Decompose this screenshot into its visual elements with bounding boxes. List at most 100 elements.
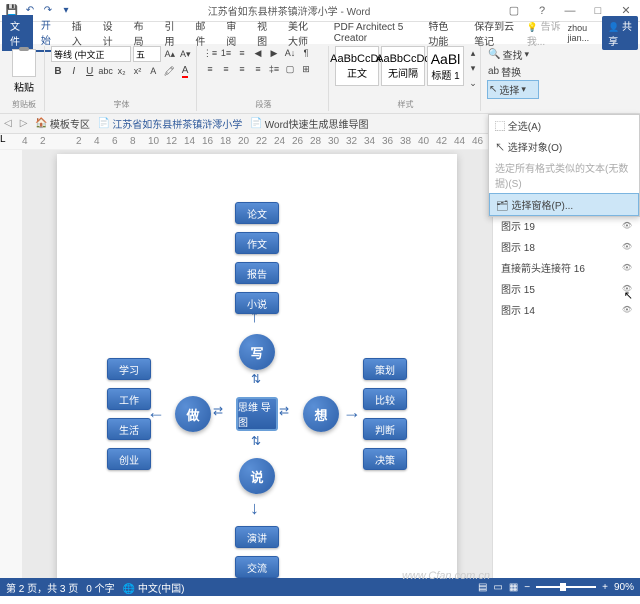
- diagram-node-speak[interactable]: 说: [239, 458, 275, 494]
- diagram-tag-right-0[interactable]: 策划: [363, 358, 407, 380]
- zoom-out-icon[interactable]: −: [524, 582, 530, 593]
- diagram-tag-left-3[interactable]: 创业: [107, 448, 151, 470]
- document-canvas[interactable]: 思维 导图写说做想←→↑↓⇄⇄⇅⇅论文作文报告小说演讲交流辩论谈判学习工作生活创…: [22, 150, 492, 578]
- doc-tab-current[interactable]: 📄江苏省如东县栟茶镇浒澪小学: [98, 116, 242, 131]
- zoom-in-icon[interactable]: +: [602, 582, 608, 593]
- font-name-select[interactable]: [51, 46, 131, 62]
- superscript-icon[interactable]: x²: [131, 64, 145, 78]
- connector-icon: ⇅: [251, 372, 261, 386]
- style-nospace[interactable]: AaBbCcDc无间隔: [381, 46, 425, 86]
- align-center-icon[interactable]: ≡: [219, 62, 233, 76]
- styles-up-icon[interactable]: ▴: [466, 46, 480, 60]
- font-group-label: 字体: [51, 98, 192, 111]
- italic-icon[interactable]: I: [67, 64, 81, 78]
- visibility-icon[interactable]: 👁: [622, 305, 632, 314]
- diagram-tag-left-1[interactable]: 工作: [107, 388, 151, 410]
- word-icon: 📄: [250, 118, 262, 129]
- diagram-center[interactable]: 思维 导图: [236, 397, 278, 431]
- visibility-icon[interactable]: 👁: [622, 221, 632, 230]
- clipboard-icon: [12, 49, 36, 77]
- connector-icon: ⇄: [279, 404, 289, 418]
- nav-left-icon[interactable]: ◁: [4, 118, 12, 129]
- align-left-icon[interactable]: ≡: [203, 62, 217, 76]
- numbering-icon[interactable]: 1≡: [219, 46, 233, 60]
- diagram-tag-right-1[interactable]: 比较: [363, 388, 407, 410]
- diagram-tag-left-0[interactable]: 学习: [107, 358, 151, 380]
- visibility-icon[interactable]: 👁: [622, 242, 632, 251]
- zoom-level[interactable]: 90%: [614, 582, 634, 593]
- align-right-icon[interactable]: ≡: [235, 62, 249, 76]
- bullets-icon[interactable]: ⋮≡: [203, 46, 217, 60]
- nav-right-icon[interactable]: ▷: [20, 118, 28, 129]
- web-layout-icon[interactable]: ▦: [509, 582, 518, 593]
- show-marks-icon[interactable]: ¶: [299, 46, 313, 60]
- tell-me[interactable]: 💡 告诉我...: [527, 18, 564, 48]
- selection-item[interactable]: 图示 15👁: [495, 278, 638, 299]
- text-effects-icon[interactable]: A: [146, 64, 160, 78]
- diagram-node-do[interactable]: 做: [175, 396, 211, 432]
- multilevel-icon[interactable]: ≡: [235, 46, 249, 60]
- grow-font-icon[interactable]: A▴: [163, 47, 177, 61]
- selection-item[interactable]: 图示 14👁: [495, 299, 638, 320]
- strike-icon[interactable]: abc: [99, 64, 113, 78]
- share-button[interactable]: 👤 共享: [602, 16, 638, 50]
- bold-icon[interactable]: B: [51, 64, 65, 78]
- diagram-tag-top-3[interactable]: 小说: [235, 292, 279, 314]
- ruler-corner: L: [0, 134, 22, 149]
- highlight-icon[interactable]: 🖍: [162, 64, 176, 78]
- vertical-ruler[interactable]: [0, 150, 22, 578]
- selection-item[interactable]: 图示 19👁: [495, 215, 638, 236]
- doc-tab-templates[interactable]: 🏠模板专区: [35, 116, 89, 131]
- status-lang[interactable]: 🌐 中文(中国): [123, 580, 185, 595]
- line-spacing-icon[interactable]: ‡≡: [267, 62, 281, 76]
- diagram-tag-top-2[interactable]: 报告: [235, 262, 279, 284]
- indent-left-icon[interactable]: ◀: [251, 46, 265, 60]
- diagram-tag-bottom-0[interactable]: 演讲: [235, 526, 279, 548]
- paste-button[interactable]: 粘贴: [8, 46, 40, 96]
- diagram-tag-right-2[interactable]: 判断: [363, 418, 407, 440]
- tab-pdf[interactable]: PDF Architect 5 Creator: [326, 19, 421, 47]
- diagram-tag-bottom-1[interactable]: 交流: [235, 556, 279, 578]
- diagram-node-think[interactable]: 想: [303, 396, 339, 432]
- diagram-tag-top-1[interactable]: 作文: [235, 232, 279, 254]
- select-button[interactable]: ↖选择 ▾: [487, 80, 539, 99]
- paste-label: 粘贴: [14, 79, 34, 94]
- visibility-icon[interactable]: 👁: [622, 263, 632, 272]
- word-icon: 📄: [98, 118, 110, 129]
- status-page[interactable]: 第 2 页，共 3 页: [6, 580, 78, 595]
- styles-down-icon[interactable]: ▾: [466, 61, 480, 75]
- borders-icon[interactable]: ⊞: [299, 62, 313, 76]
- visibility-icon[interactable]: 👁: [622, 284, 632, 293]
- selection-item[interactable]: 图示 18👁: [495, 236, 638, 257]
- style-normal[interactable]: AaBbCcDc正文: [335, 46, 379, 86]
- sort-icon[interactable]: A↓: [283, 46, 297, 60]
- indent-right-icon[interactable]: ▶: [267, 46, 281, 60]
- print-layout-icon[interactable]: ▤: [478, 582, 487, 593]
- doc-tab-other[interactable]: 📄Word快速生成思维导图: [250, 116, 368, 131]
- selection-item[interactable]: 直接箭头连接符 16👁: [495, 257, 638, 278]
- menu-select-all[interactable]: ⬚ 全选(A): [489, 115, 639, 136]
- shrink-font-icon[interactable]: A▾: [179, 47, 193, 61]
- diagram-tag-top-0[interactable]: 论文: [235, 202, 279, 224]
- subscript-icon[interactable]: x₂: [115, 64, 129, 78]
- shading-icon[interactable]: ▢: [283, 62, 297, 76]
- styles-more-icon[interactable]: ⌄: [466, 76, 480, 90]
- style-heading1[interactable]: AaBl标题 1: [427, 46, 464, 86]
- status-words[interactable]: 0 个字: [86, 580, 114, 595]
- menu-selection-pane[interactable]: 🗂 选择窗格(P)...: [489, 193, 639, 216]
- zoom-slider[interactable]: [536, 586, 596, 588]
- menu-select-objects[interactable]: ↖ 选择对象(O): [489, 136, 639, 157]
- menu-select-similar[interactable]: 选定所有格式类似的文本(无数据)(S): [489, 157, 639, 193]
- read-mode-icon[interactable]: ▭: [493, 582, 502, 593]
- underline-icon[interactable]: U: [83, 64, 97, 78]
- find-button[interactable]: 🔍查找 ▾: [487, 46, 539, 63]
- diagram-tag-right-3[interactable]: 决策: [363, 448, 407, 470]
- user-name[interactable]: zhou jian...: [568, 23, 599, 43]
- replace-button[interactable]: ab替换: [487, 63, 539, 80]
- font-color-icon[interactable]: A: [178, 64, 192, 78]
- justify-icon[interactable]: ≡: [251, 62, 265, 76]
- diagram-tag-left-2[interactable]: 生活: [107, 418, 151, 440]
- diagram-node-write[interactable]: 写: [239, 334, 275, 370]
- font-size-select[interactable]: [133, 46, 161, 62]
- connector-icon: ⇅: [251, 434, 261, 448]
